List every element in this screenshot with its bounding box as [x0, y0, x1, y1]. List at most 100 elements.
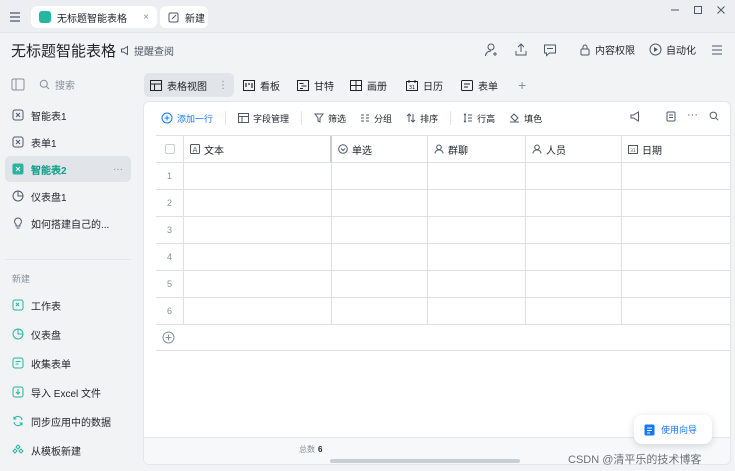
text-cell[interactable] [184, 163, 332, 189]
sort-button[interactable]: 排序 [401, 107, 443, 129]
view-options-icon[interactable]: ⋮ [218, 80, 228, 91]
single-select-cell[interactable] [332, 163, 428, 189]
single-select-cell[interactable] [332, 217, 428, 243]
import-excel-item[interactable]: 导入 Excel 文件 [5, 379, 131, 405]
automation-button[interactable]: 自动化 [649, 42, 696, 57]
table-row[interactable]: 6 [156, 298, 730, 325]
column-header-group-chat[interactable]: 群聊 [428, 136, 526, 162]
table-row[interactable]: 3 [156, 217, 730, 244]
add-collaborator-icon[interactable] [484, 42, 500, 58]
row-height-button[interactable]: 行高 [458, 107, 500, 129]
add-row-button[interactable]: 添加一行 [156, 107, 218, 129]
more-toolbar-icon[interactable]: ··· [687, 109, 698, 121]
group-chat-cell[interactable] [428, 217, 526, 243]
add-row-inline[interactable] [156, 325, 730, 351]
date-cell[interactable] [622, 271, 730, 297]
field-manage-button[interactable]: 字段管理 [233, 107, 294, 129]
new-worksheet-item[interactable]: 工作表 [5, 292, 131, 318]
table-row[interactable]: 1 [156, 163, 730, 190]
group-button[interactable]: 分组 [355, 107, 397, 129]
column-header-text[interactable]: A 文本 [184, 136, 332, 162]
sidebar-item-smartsheet1[interactable]: 智能表1 [5, 102, 131, 128]
tab-grid-view[interactable]: 表格视图 ⋮ [144, 73, 234, 97]
sidebar-item-guide-doc[interactable]: 如何搭建自己的... [5, 210, 131, 236]
share-icon[interactable] [513, 42, 529, 58]
sync-data-item[interactable]: 同步应用中的数据 [5, 408, 131, 434]
calendar-icon: 31 [406, 79, 418, 91]
group-chat-cell[interactable] [428, 271, 526, 297]
add-view-button[interactable]: + [512, 73, 532, 97]
remind-button[interactable]: 提醒查阅 [120, 43, 174, 58]
text-cell[interactable] [184, 217, 332, 243]
table-row[interactable]: 4 [156, 244, 730, 271]
tab-gallery[interactable]: 画册 [344, 73, 393, 97]
menu-icon[interactable] [709, 42, 725, 58]
group-chat-cell[interactable] [428, 298, 526, 324]
person-cell[interactable] [526, 244, 622, 270]
select-all-checkbox[interactable] [164, 144, 175, 154]
print-icon[interactable] [666, 111, 676, 122]
more-options-icon[interactable]: ··· [113, 164, 123, 175]
tab-gantt[interactable]: 甘特 [291, 73, 340, 97]
sidebar-toggle-icon[interactable] [11, 78, 25, 91]
single-select-cell[interactable] [332, 271, 428, 297]
single-select-cell[interactable] [332, 298, 428, 324]
text-cell[interactable] [184, 244, 332, 270]
date-cell[interactable] [622, 190, 730, 216]
search-input[interactable]: 搜索 [39, 77, 75, 92]
column-header-date[interactable]: 31 日期 [622, 136, 730, 162]
close-tab-icon[interactable]: × [143, 12, 149, 23]
close-window-icon[interactable] [713, 3, 729, 17]
group-chat-cell[interactable] [428, 244, 526, 270]
add-circle-icon[interactable] [162, 331, 175, 344]
person-cell[interactable] [526, 163, 622, 189]
select-all-cell[interactable] [156, 136, 184, 162]
single-select-cell[interactable] [332, 244, 428, 270]
group-chat-cell[interactable] [428, 163, 526, 189]
person-cell[interactable] [526, 298, 622, 324]
sidebar: 搜索 智能表1 表单1 智能表2 ··· 仪表盘1 如何搭建自己的... 新建 [0, 67, 140, 471]
guide-book-icon [644, 424, 655, 436]
sidebar-item-dashboard1[interactable]: 仪表盘1 [5, 183, 131, 209]
tab-list-icon[interactable] [8, 10, 22, 24]
group-chat-cell[interactable] [428, 190, 526, 216]
browser-tab-active[interactable]: 无标题智能表格 × [31, 6, 157, 28]
text-cell[interactable] [184, 271, 332, 297]
content-permission-button[interactable]: 内容权限 [579, 42, 635, 57]
new-dashboard-item[interactable]: 仪表盘 [5, 321, 131, 347]
text-cell[interactable] [184, 190, 332, 216]
fill-color-button[interactable]: 填色 [504, 107, 547, 129]
horizontal-scrollbar[interactable] [330, 459, 520, 463]
filter-button[interactable]: 筛选 [309, 107, 351, 129]
single-select-cell[interactable] [332, 190, 428, 216]
person-cell[interactable] [526, 217, 622, 243]
table-row[interactable]: 5 [156, 271, 730, 298]
template-item[interactable]: 从模板新建 [5, 437, 131, 463]
tab-form[interactable]: 表单 [455, 73, 504, 97]
search-icon[interactable] [709, 111, 719, 121]
date-cell[interactable] [622, 163, 730, 189]
page-title[interactable]: 无标题智能表格 [11, 40, 116, 61]
tab-calendar[interactable]: 31 日历 [400, 73, 449, 97]
sidebar-item-smartsheet2[interactable]: 智能表2 ··· [5, 156, 131, 182]
column-header-person[interactable]: 人员 [526, 136, 622, 162]
guide-button[interactable]: 使用向导 [634, 415, 712, 444]
minimize-icon[interactable] [667, 3, 683, 17]
comment-icon[interactable] [542, 42, 558, 58]
text-cell[interactable] [184, 298, 332, 324]
date-cell[interactable] [622, 244, 730, 270]
date-cell[interactable] [622, 217, 730, 243]
new-form-item[interactable]: 收集表单 [5, 350, 131, 376]
column-header-single-select[interactable]: 单选 [332, 136, 428, 162]
browser-tab-new[interactable]: 新建 [160, 6, 208, 28]
announcement-icon[interactable] [630, 111, 642, 122]
person-cell[interactable] [526, 271, 622, 297]
sidebar-item-form1[interactable]: 表单1 [5, 129, 131, 155]
sidebar-section-title: 新建 [12, 274, 31, 284]
table-row[interactable]: 2 [156, 190, 730, 217]
maximize-icon[interactable] [690, 3, 706, 17]
tab-kanban[interactable]: 看板 [237, 73, 286, 97]
person-cell[interactable] [526, 190, 622, 216]
date-cell[interactable] [622, 298, 730, 324]
play-circle-icon [649, 43, 662, 56]
